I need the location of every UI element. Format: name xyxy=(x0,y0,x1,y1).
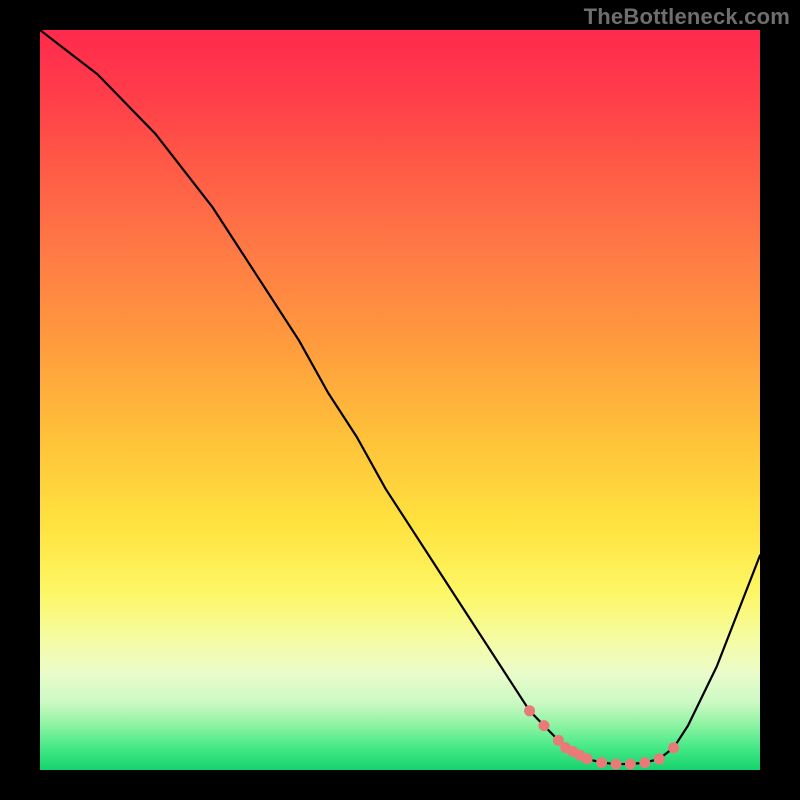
valley-marker xyxy=(668,742,679,753)
chart-svg xyxy=(40,30,760,770)
bottleneck-curve xyxy=(40,30,760,764)
valley-marker xyxy=(625,759,636,770)
plot-area xyxy=(40,30,760,770)
valley-marker xyxy=(596,757,607,768)
valley-marker xyxy=(524,705,535,716)
valley-marker-group xyxy=(524,705,679,769)
watermark-text: TheBottleneck.com xyxy=(584,4,790,30)
valley-marker xyxy=(582,753,593,764)
valley-marker xyxy=(611,759,622,770)
valley-marker xyxy=(654,753,665,764)
valley-marker xyxy=(539,720,550,731)
valley-marker xyxy=(639,757,650,768)
